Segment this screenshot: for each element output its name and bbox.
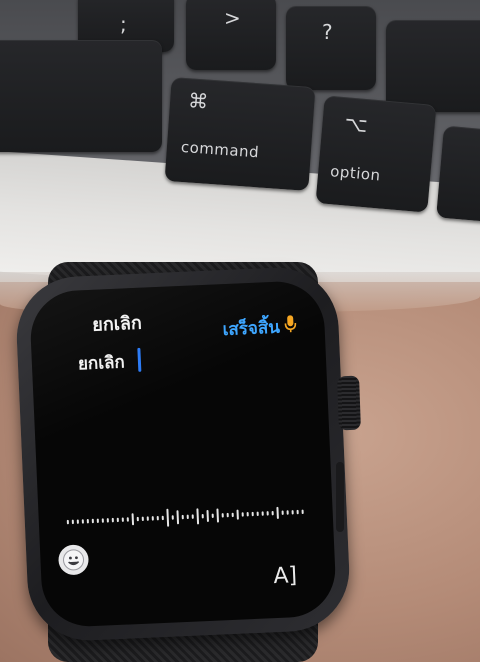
waveform-bar [146, 516, 149, 521]
waveform-bar [211, 513, 214, 518]
waveform-bar [71, 519, 74, 525]
waveform-bar [111, 517, 114, 523]
waveform-bar [81, 519, 84, 524]
waveform-bar [161, 515, 164, 521]
watch-screen: ยกเลิก เสร็จสิ้น ยกเลิก A] [28, 279, 338, 629]
waveform-bar [296, 509, 299, 515]
key-command: ⌘ command [164, 77, 316, 191]
key-slash: ? [286, 6, 376, 90]
key-arrow-left [436, 125, 480, 223]
key-slash-glyph: ? [322, 20, 333, 44]
key-period-glyph: > [224, 6, 241, 30]
cancel-button[interactable]: ยกเลิก [92, 308, 143, 339]
waveform-bar [286, 510, 289, 515]
waveform-bar [131, 513, 135, 526]
scribble-icon[interactable]: A] [273, 563, 298, 589]
key-shift-right [386, 20, 480, 112]
waveform-bar [121, 517, 124, 522]
waveform-bar [66, 519, 69, 525]
key-period: > [186, 0, 276, 70]
waveform-bar [141, 516, 144, 522]
emoji-icon [63, 549, 85, 571]
waveform-bar [191, 514, 194, 519]
key-option: ⌥ option [315, 95, 437, 213]
waveform-bar [91, 518, 94, 524]
waveform-bar [241, 512, 244, 517]
waveform-bar [256, 511, 259, 516]
waveform-bar [181, 514, 184, 520]
digital-crown[interactable] [337, 375, 361, 431]
waveform-bar [271, 510, 274, 516]
waveform-bar [231, 512, 234, 518]
waveform-bar [76, 519, 79, 524]
option-icon: ⌥ [343, 111, 369, 138]
key-space [0, 40, 162, 152]
waveform-bar [166, 508, 170, 527]
waveform-bar [106, 518, 109, 523]
waveform-bar [186, 514, 189, 520]
waveform-bar [301, 509, 304, 515]
waveform-bar [226, 512, 229, 518]
waveform-bar [236, 509, 239, 520]
dictation-text[interactable]: ยกเลิก [77, 348, 126, 377]
waveform-bar [276, 506, 279, 519]
waveform-bar [86, 519, 89, 524]
waveform-bar [151, 516, 154, 521]
waveform-bar [261, 511, 264, 516]
key-option-label: option [329, 162, 382, 185]
waveform-bar [171, 515, 174, 520]
waveform-bar [291, 510, 294, 515]
waveform-bar [116, 517, 119, 523]
waveform-bar [196, 508, 200, 525]
waveform-bar [206, 509, 209, 522]
waveform-bar [246, 512, 249, 517]
waveform-bar [136, 516, 139, 522]
waveform-bar [221, 513, 224, 518]
waveform-bar [281, 510, 284, 515]
waveform-bar [251, 511, 254, 517]
waveform-bar [96, 518, 99, 523]
waveform-bar [266, 511, 269, 516]
side-button[interactable] [336, 462, 344, 532]
waveform-bar [201, 513, 204, 519]
microphone-icon [284, 315, 297, 333]
key-command-label: command [180, 137, 260, 162]
waveform-bar [126, 517, 129, 522]
key-semicolon-glyph: ; [120, 12, 127, 36]
waveform-bar [176, 510, 180, 525]
waveform-bar [156, 515, 159, 521]
waveform-bar [216, 508, 219, 523]
done-button[interactable]: เสร็จสิ้น [222, 314, 280, 343]
command-icon: ⌘ [187, 88, 210, 114]
waveform-bar [101, 518, 104, 523]
